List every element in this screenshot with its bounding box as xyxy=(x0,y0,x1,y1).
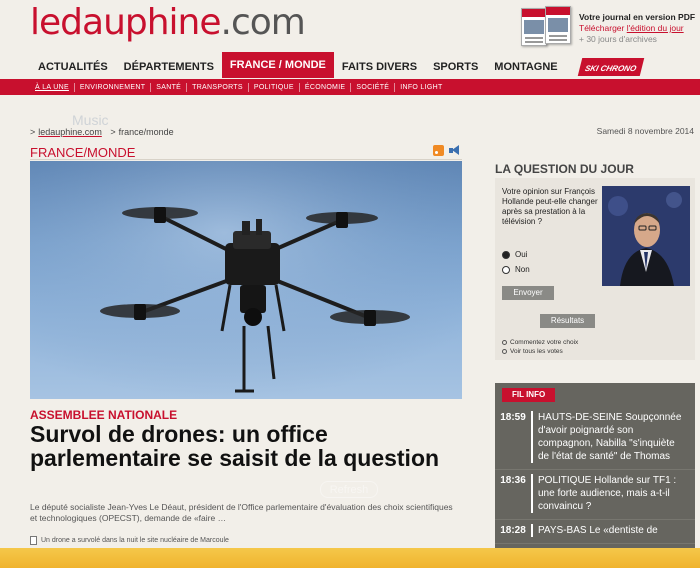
comment-icon xyxy=(502,340,507,345)
poll-option-oui-label: Oui xyxy=(515,250,528,259)
main-nav: ACTUALITÉS DÉPARTEMENTS FRANCE / MONDE F… xyxy=(30,52,670,78)
poll-question: Votre opinion sur François Hollande peut… xyxy=(502,187,598,226)
logo-main-text: ledauphine xyxy=(30,2,222,43)
article-headline[interactable]: Survol de drones: un office parlementair… xyxy=(30,422,462,470)
poll-comment-link[interactable]: Commentez votre choix xyxy=(502,339,578,346)
logo-suffix-text: .com xyxy=(220,2,306,43)
section-divider xyxy=(30,159,462,160)
article-lead: Le député socialiste Jean-Yves Le Déaut,… xyxy=(30,502,453,523)
pdf-thumbnail-1 xyxy=(521,8,547,46)
poll-comment-text: Commentez votre choix xyxy=(510,339,579,346)
poll-option-non-label: Non xyxy=(515,265,530,274)
fil-info-list: 18:59 HAUTS-DE-SEINE Soupçonnée d'avoir … xyxy=(495,407,695,544)
poll-photo-hollande xyxy=(602,186,690,286)
sub-nav: À LA UNE ENVIRONNEMENT SANTÉ TRANSPORTS … xyxy=(0,79,700,95)
fil-info-label: FIL INFO xyxy=(502,388,556,402)
fil-info-item[interactable]: 18:36 POLITIQUE Hollande sur TF1 : une f… xyxy=(495,470,695,520)
related-article-link[interactable]: Un drone a survolé dans la nuit le site … xyxy=(30,536,229,545)
document-icon xyxy=(30,536,37,545)
subnav-item-politique[interactable]: POLITIQUE xyxy=(249,82,300,92)
nav-item-france-monde[interactable]: FRANCE / MONDE xyxy=(221,52,334,78)
bottom-banner-bar xyxy=(0,548,700,568)
site-header: ledauphine.com Votre journal en version … xyxy=(0,0,700,56)
poll-option-non[interactable]: Non xyxy=(502,265,530,274)
section-icons xyxy=(433,145,460,156)
radio-non[interactable] xyxy=(502,265,510,274)
subnav-item-economie[interactable]: ÉCONOMIE xyxy=(300,82,352,92)
pdf-archive-text: + 30 jours d'archives xyxy=(579,34,657,44)
article-kicker[interactable]: ASSEMBLEE NATIONALE xyxy=(30,408,177,422)
fil-info-item[interactable]: 18:28 PAYS-BAS Le «dentiste de xyxy=(495,520,695,544)
subnav-item-societe[interactable]: SOCIÉTÉ xyxy=(351,82,396,92)
poll-option-oui[interactable]: Oui xyxy=(502,250,527,259)
subnav-item-sante[interactable]: SANTÉ xyxy=(151,82,188,92)
radio-oui[interactable] xyxy=(502,250,510,259)
pdf-title: Votre journal en version PDF xyxy=(579,12,696,22)
nav-item-montagne[interactable]: MONTAGNE xyxy=(486,56,565,78)
pdf-link-prefix: Télécharger xyxy=(579,23,627,33)
fil-info-panel: FIL INFO 18:59 HAUTS-DE-SEINE Soupçonnée… xyxy=(495,383,695,568)
fil-info-text: PAYS-BAS Le «dentiste de xyxy=(531,524,687,537)
fil-info-time: 18:28 xyxy=(500,525,526,536)
breadcrumb-home-link[interactable]: ledauphine.com xyxy=(38,127,102,137)
nav-item-faits-divers[interactable]: FAITS DIVERS xyxy=(334,56,425,78)
page-date: Samedi 8 novembre 2014 xyxy=(596,126,694,136)
poll-title: LA QUESTION DU JOUR xyxy=(495,162,634,176)
fil-info-time: 18:36 xyxy=(500,475,526,486)
poll-results-button[interactable]: Résultats xyxy=(540,314,595,328)
subnav-item-environnement[interactable]: ENVIRONNEMENT xyxy=(75,82,152,92)
fil-info-text: POLITIQUE Hollande sur TF1 : une forte a… xyxy=(531,474,687,513)
poll-box: Votre opinion sur François Hollande peut… xyxy=(495,178,695,360)
subnav-item-transports[interactable]: TRANSPORTS xyxy=(187,82,249,92)
fil-info-time: 18:59 xyxy=(500,412,526,423)
fil-info-item[interactable]: 18:59 HAUTS-DE-SEINE Soupçonnée d'avoir … xyxy=(495,407,695,470)
ski-chrono-text: SKI CHRONO xyxy=(583,64,637,73)
fil-info-text: HAUTS-DE-SEINE Soupçonnée d'avoir poigna… xyxy=(531,411,687,463)
rss-icon[interactable] xyxy=(433,145,444,156)
pdf-thumbnail-2 xyxy=(545,6,571,44)
nav-item-departements[interactable]: DÉPARTEMENTS xyxy=(116,56,222,78)
poll-all-votes-text: Voir tous les votes xyxy=(510,348,563,355)
ghost-label-music: Music xyxy=(72,112,109,128)
breadcrumb-current: france/monde xyxy=(118,127,174,137)
subnav-item-info-light[interactable]: INFO LIGHT xyxy=(395,83,447,92)
poll-vote-button[interactable]: Envoyer xyxy=(502,286,554,300)
ski-chrono-logo[interactable]: SKI CHRONO xyxy=(577,58,644,76)
votes-icon xyxy=(502,349,507,354)
nav-item-sports[interactable]: SPORTS xyxy=(425,56,486,78)
pdf-edition-promo[interactable]: Votre journal en version PDF Télécharger… xyxy=(519,6,697,50)
breadcrumb: > ledauphine.com > france/monde xyxy=(30,127,174,137)
drone-illustration xyxy=(30,161,462,399)
pdf-promo-text: Votre journal en version PDF Télécharger… xyxy=(579,12,695,45)
subnav-item-a-la-une[interactable]: À LA UNE xyxy=(30,82,75,92)
site-logo[interactable]: ledauphine.com xyxy=(30,2,306,43)
ghost-refresh-button: Refresh xyxy=(320,481,378,498)
section-title: FRANCE/MONDE xyxy=(30,145,136,160)
poll-all-votes-link[interactable]: Voir tous les votes xyxy=(502,348,563,355)
article-photo-drone[interactable] xyxy=(30,161,462,399)
related-article-text: Un drone a survolé dans la nuit le site … xyxy=(41,537,229,544)
speaker-icon[interactable] xyxy=(448,145,460,156)
nav-item-actualites[interactable]: ACTUALITÉS xyxy=(30,56,116,78)
pdf-download-link[interactable]: l'édition du jour xyxy=(627,23,684,33)
